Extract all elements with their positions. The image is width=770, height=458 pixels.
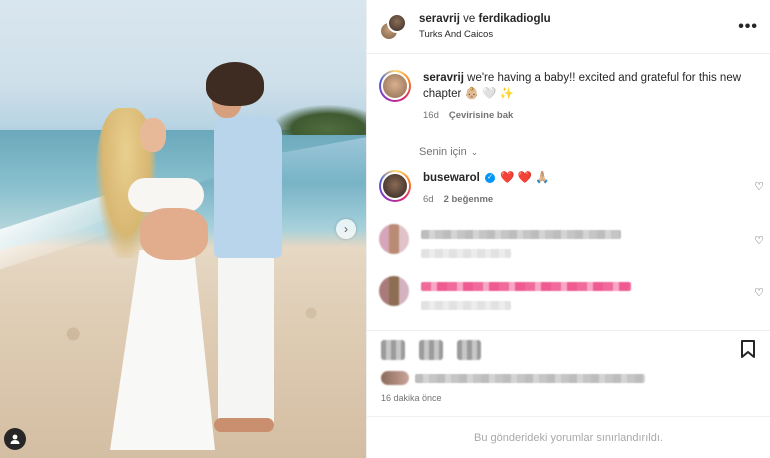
pixelated-comment-text: [421, 282, 631, 291]
comment-item: ♡: [367, 258, 770, 310]
caption-avatar[interactable]: [379, 70, 411, 102]
comment-text: ❤️ ❤️ 🙏🏼: [500, 172, 550, 184]
pixelated-comment-meta: [421, 301, 511, 310]
like-comment-icon[interactable]: ♡: [754, 180, 764, 193]
photo-woman-face: [140, 118, 166, 152]
pixelated-comment-text: [421, 230, 621, 239]
location-link[interactable]: Turks And Caicos: [419, 29, 738, 40]
like-icon[interactable]: [381, 340, 405, 360]
post-timestamp[interactable]: 16 dakika önce: [381, 393, 756, 403]
comments-restricted-notice: Bu gönderideki yorumlar sınırlandırıldı.: [367, 416, 770, 458]
post-photo[interactable]: ›: [0, 0, 366, 458]
photo-trees: [271, 105, 366, 135]
photo-man-feet: [214, 418, 274, 432]
instagram-post-view: › seravrij ve ferdikadioglu Turks And Ca…: [0, 0, 770, 458]
chevron-down-icon: ⌄: [470, 147, 479, 157]
verified-badge-icon: ✓: [485, 172, 496, 183]
post-side-panel: seravrij ve ferdikadioglu Turks And Caic…: [366, 0, 770, 458]
avatar: [387, 12, 407, 33]
author-link[interactable]: seravrij: [419, 13, 460, 25]
likes-summary[interactable]: [381, 371, 756, 385]
tagged-users-button[interactable]: [4, 428, 26, 450]
authors-joiner: ve: [463, 13, 476, 25]
avatar[interactable]: [379, 276, 409, 306]
author-avatars[interactable]: [379, 12, 407, 41]
chevron-right-icon: ›: [344, 222, 348, 236]
avatar: [381, 72, 409, 100]
comment-username[interactable]: busewarol: [423, 172, 480, 184]
save-post-button[interactable]: [740, 340, 756, 360]
liker-avatars: [381, 371, 409, 385]
like-comment-icon[interactable]: ♡: [754, 286, 764, 299]
pixelated-likes-text: [415, 373, 645, 383]
photo-woman-top: [128, 178, 204, 212]
photo-man-hair: [206, 62, 264, 106]
post-header: seravrij ve ferdikadioglu Turks And Caic…: [367, 0, 770, 54]
avatar: [381, 172, 409, 200]
comment-avatar[interactable]: [379, 170, 411, 202]
share-icon[interactable]: [457, 340, 481, 360]
coauthor-link[interactable]: ferdikadioglu: [479, 13, 551, 25]
comment-sort-dropdown[interactable]: Senin için ⌄: [367, 124, 770, 158]
caption-age[interactable]: 16d: [423, 110, 439, 121]
pixelated-comment-meta: [421, 249, 511, 258]
translate-link[interactable]: Çevirisine bak: [449, 110, 513, 121]
comment-likes[interactable]: 2 beğenme: [444, 194, 494, 205]
comment-age[interactable]: 6d: [423, 194, 434, 205]
bookmark-icon: [741, 340, 755, 358]
photo-man-pants: [218, 255, 274, 430]
caption-username[interactable]: seravrij: [423, 72, 464, 84]
caption-emojis: 👶🏼 🤍 ✨: [464, 88, 514, 100]
more-options-icon[interactable]: •••: [738, 18, 758, 36]
comment-icon[interactable]: [419, 340, 443, 360]
user-icon: [10, 434, 20, 444]
comment-item: ♡: [367, 208, 770, 258]
like-comment-icon[interactable]: ♡: [754, 234, 764, 247]
photo-woman-belly: [140, 208, 208, 260]
photo-man-shirt: [214, 116, 282, 258]
comment-item: busewarol ✓ ❤️ ❤️ 🙏🏼 6d 2 beğenme ♡: [367, 158, 770, 208]
sort-label: Senin için: [419, 146, 467, 158]
avatar[interactable]: [379, 224, 409, 254]
post-caption: seravrij we're having a baby!! excited a…: [367, 54, 770, 124]
next-photo-button[interactable]: ›: [336, 219, 356, 239]
post-actions: 16 dakika önce: [367, 330, 770, 403]
post-authors: seravrij ve ferdikadioglu: [419, 13, 738, 25]
